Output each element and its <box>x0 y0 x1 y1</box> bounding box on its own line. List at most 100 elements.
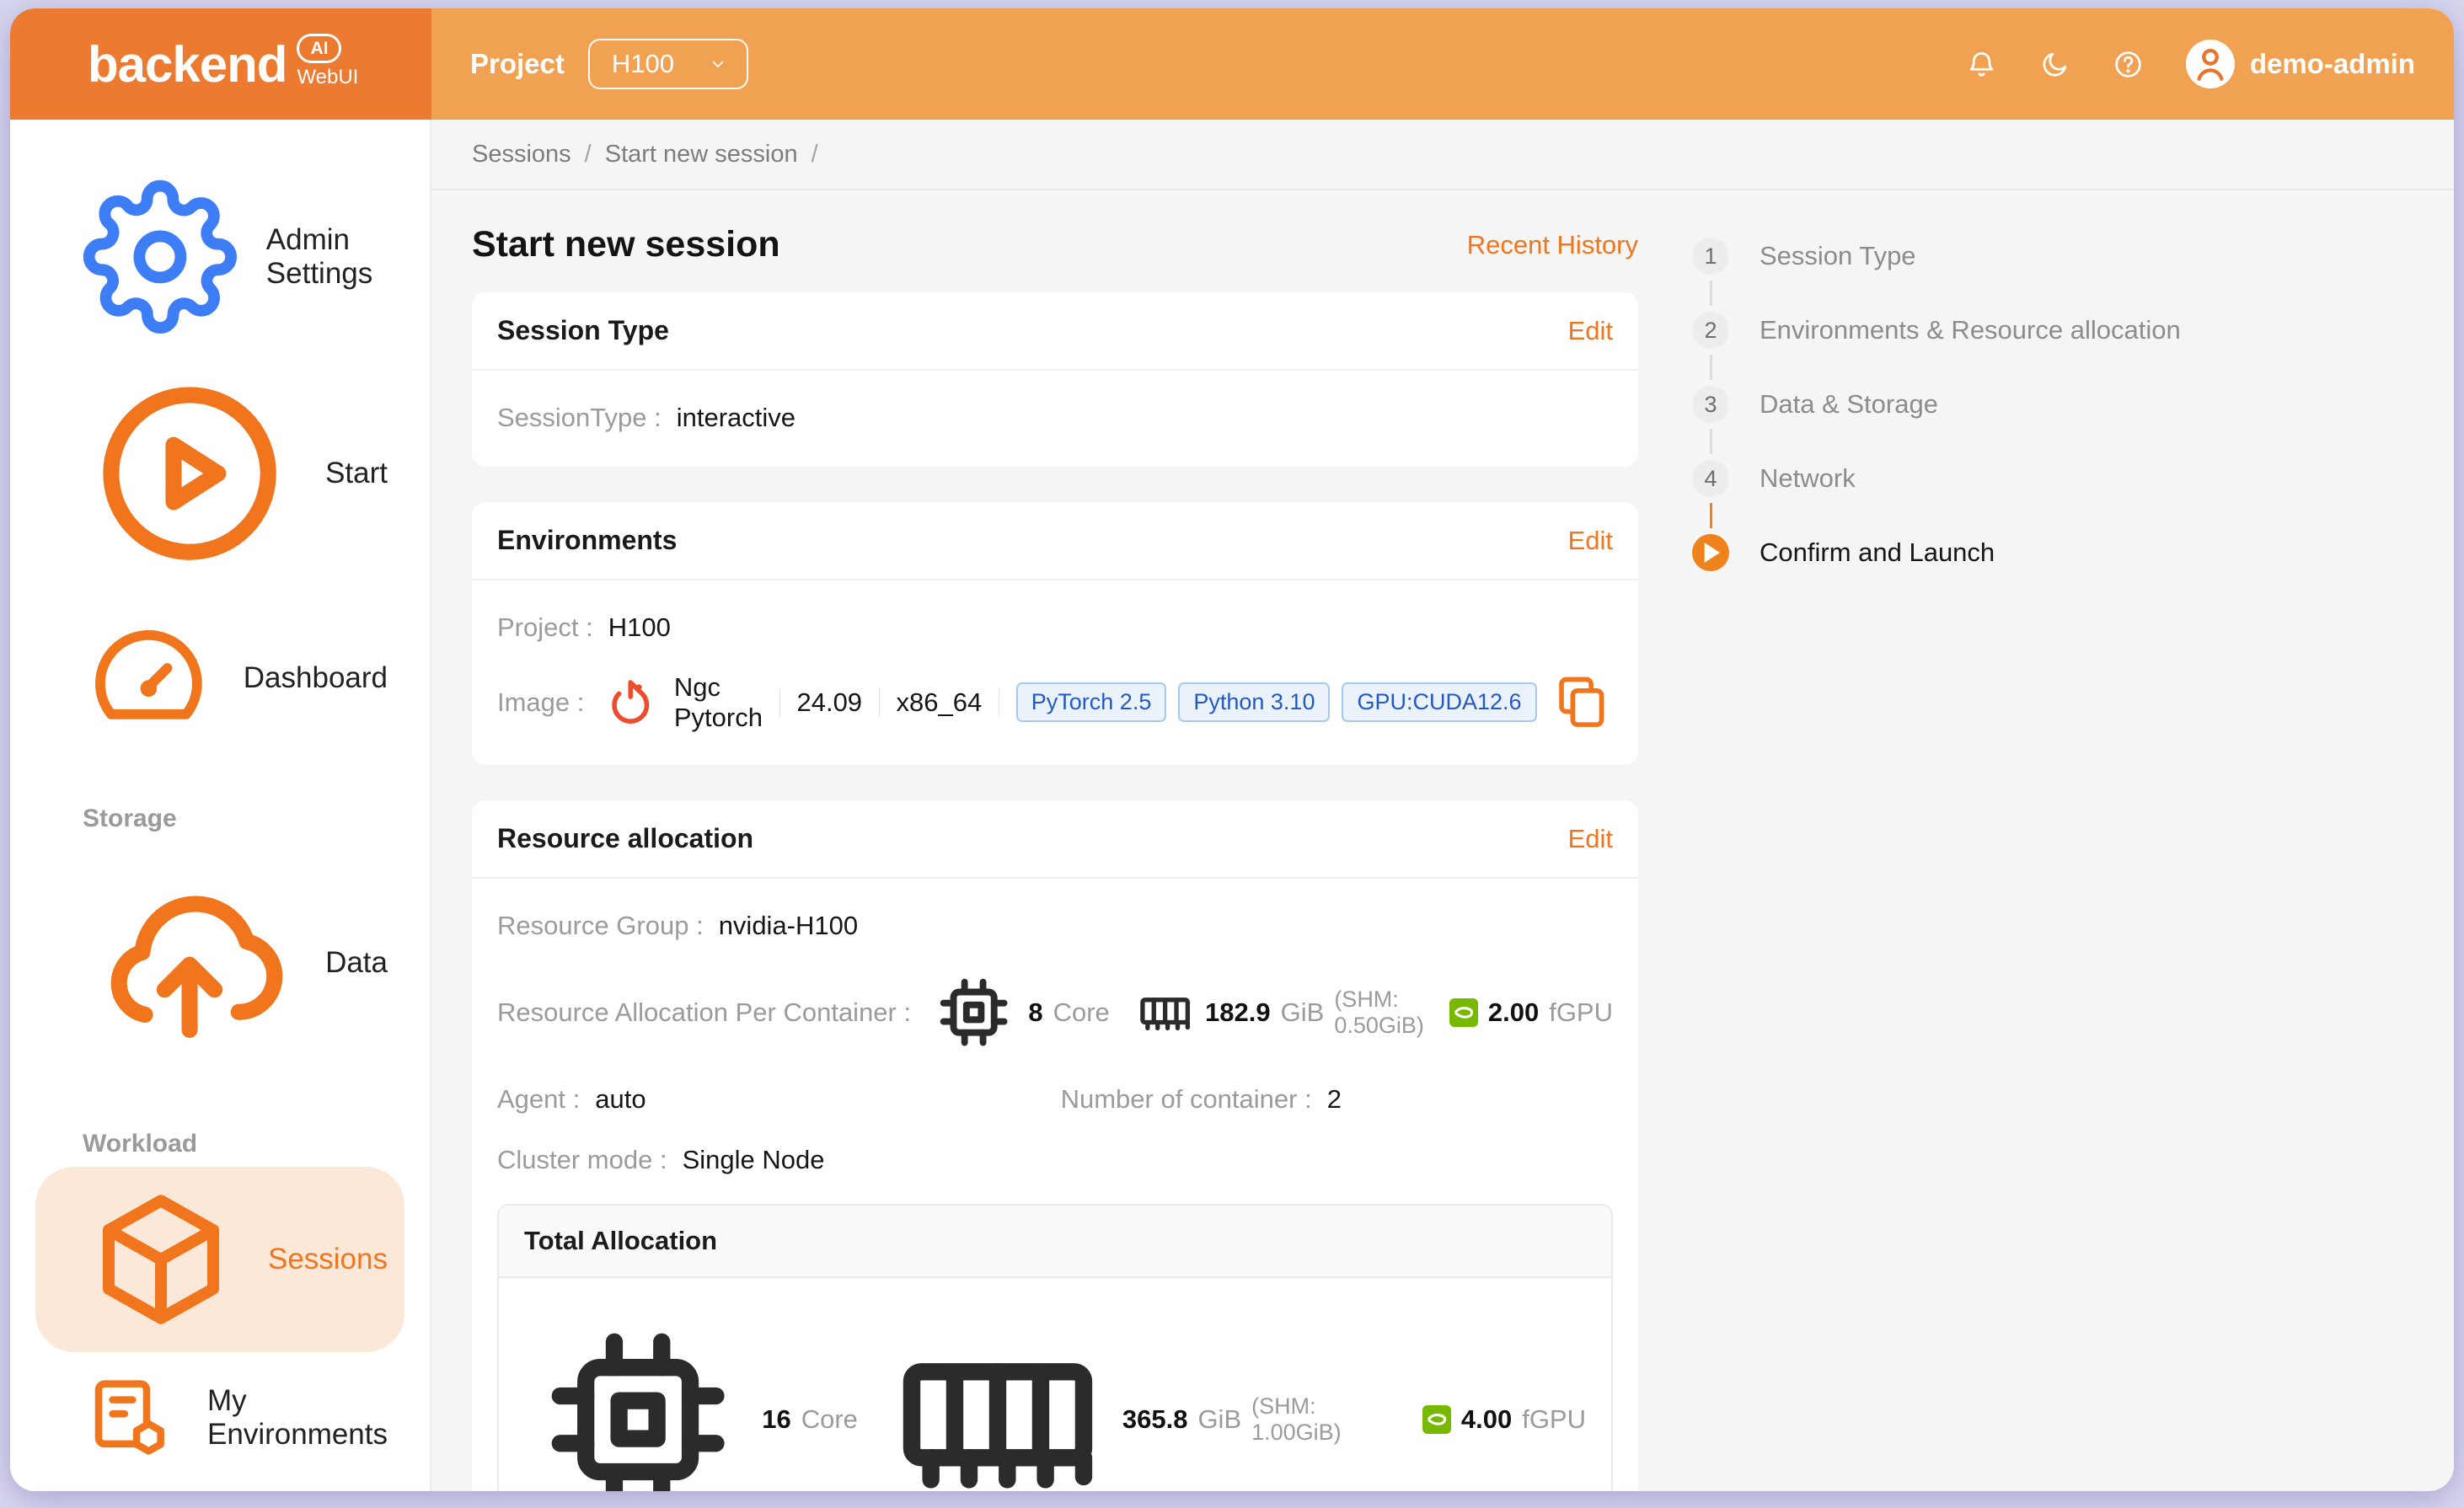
project-select-value: H100 <box>612 49 674 79</box>
step-session-type[interactable]: 1Session Type <box>1692 238 2215 275</box>
moon-icon <box>2039 49 2070 80</box>
card-title: Environments <box>497 525 677 556</box>
agent-row: Agent auto <box>497 1084 1061 1115</box>
image-version: 24.09 <box>796 687 862 718</box>
environments-card: Environments Edit Project H100 Image <box>472 502 1638 765</box>
avatar <box>2186 40 2235 88</box>
total-cpu-stat: 16 Core <box>524 1306 858 1491</box>
session-type-edit-button[interactable]: Edit <box>1568 316 1613 346</box>
sidebar-item-admin-settings[interactable]: Admin Settings <box>35 165 404 349</box>
sidebar-item-data[interactable]: Data <box>35 842 404 1084</box>
nvidia-gpu-icon <box>1449 998 1478 1027</box>
environments-icon <box>83 1370 179 1466</box>
card-title: Resource allocation <box>497 823 753 854</box>
step-data-storage[interactable]: 3Data & Storage <box>1692 386 2215 423</box>
resource-group-row: Resource Group nvidia-H100 <box>497 907 1613 944</box>
sidebar-section-workload: Workload <box>83 1130 430 1158</box>
image-name: Ngc Pytorch <box>674 672 763 733</box>
resource-edit-button[interactable]: Edit <box>1568 824 1613 854</box>
step-confirm-and-launch[interactable]: Confirm and Launch <box>1692 534 2215 571</box>
brand-logo: backend AI WebUI <box>10 8 431 120</box>
project-value: H100 <box>608 612 671 643</box>
sidebar-item-my-environments[interactable]: My Environments <box>35 1356 404 1480</box>
breadcrumb-start-new-session[interactable]: Start new session <box>605 141 798 168</box>
copy-icon <box>1551 670 1613 735</box>
container-count-row: Number of container 2 <box>1061 1084 1342 1115</box>
recent-history-link[interactable]: Recent History <box>1467 230 1638 260</box>
agent-value: auto <box>595 1084 645 1115</box>
step-number: 2 <box>1692 312 1729 349</box>
image-tag-gpu-cuda12-6: GPU:CUDA12.6 <box>1342 682 1536 722</box>
cpu-stat: 8 Core <box>929 968 1110 1056</box>
sidebar-item-dashboard[interactable]: Dashboard <box>35 598 404 759</box>
nvidia-gpu-icon <box>1422 1405 1451 1434</box>
environments-edit-button[interactable]: Edit <box>1568 526 1613 556</box>
sidebar-item-sessions[interactable]: Sessions <box>35 1167 404 1352</box>
container-count-value: 2 <box>1327 1084 1342 1115</box>
step-number: 4 <box>1692 460 1729 497</box>
sidebar-item-start[interactable]: Start <box>35 352 404 595</box>
bell-icon <box>1966 49 1997 80</box>
copy-image-button[interactable] <box>1551 670 1613 735</box>
gear-icon <box>83 179 238 334</box>
chevron-down-icon <box>708 54 728 74</box>
resource-group-value: nvidia-H100 <box>719 911 858 941</box>
username: demo-admin <box>2250 48 2415 80</box>
gpu-stat: 2.00 fGPU <box>1449 997 1613 1028</box>
play-circle-icon <box>83 366 297 580</box>
step-network[interactable]: 4Network <box>1692 460 2215 497</box>
breadcrumb: Sessions/Start new session/ <box>431 120 2454 190</box>
image-row: Image Ngc Pytorch 24.09 x86_64 PyTorch 2… <box>497 670 1613 735</box>
project-label: Project <box>470 48 565 80</box>
cpu-chip-icon <box>929 968 1018 1056</box>
step-connector <box>1710 281 1712 306</box>
header-main: Project H100 demo-admin <box>431 8 2454 120</box>
session-type-card: Session Type Edit SessionType interactiv… <box>472 292 1638 467</box>
memory-ram-icon <box>1135 982 1195 1042</box>
wizard-steps: 1Session Type 2Environments & Resource al… <box>1692 190 2215 1491</box>
total-allocation-title: Total Allocation <box>499 1206 1611 1278</box>
project-row: Project H100 <box>497 609 1613 646</box>
resource-allocation-card: Resource allocation Edit Resource Group … <box>472 800 1638 1491</box>
notifications-button[interactable] <box>1966 49 1997 80</box>
card-title: Session Type <box>497 315 669 346</box>
app-window: backend AI WebUI Project H100 demo-admin <box>10 8 2454 1491</box>
sidebar-section-storage: Storage <box>83 805 430 833</box>
play-icon <box>1692 534 1729 571</box>
cluster-mode-value: Single Node <box>683 1145 825 1175</box>
help-button[interactable] <box>2113 49 2144 80</box>
step-number: 3 <box>1692 386 1729 423</box>
step-connector <box>1710 429 1712 454</box>
image-arch: x86_64 <box>897 687 983 718</box>
session-type-row: SessionType interactive <box>497 399 1613 436</box>
total-memory-stat: 365.8 GiB (SHM: 1.00GiB) <box>883 1305 1397 1491</box>
step-number: 1 <box>1692 238 1729 275</box>
theme-toggle-button[interactable] <box>2039 49 2070 80</box>
memory-stat: 182.9 GiB (SHM: 0.50GiB) <box>1135 982 1424 1042</box>
cluster-mode-row: Cluster mode Single Node <box>497 1142 1613 1179</box>
logo-ai-badge: AI <box>297 34 341 63</box>
total-allocation-box: Total Allocation 16 Core <box>497 1204 1613 1491</box>
user-menu[interactable]: demo-admin <box>2186 40 2415 88</box>
project-select[interactable]: H100 <box>588 39 748 89</box>
session-type-value: interactive <box>677 403 795 433</box>
step-connector <box>1710 503 1712 528</box>
breadcrumb-sessions[interactable]: Sessions <box>472 141 571 168</box>
logo-text: backend <box>88 35 287 94</box>
step-connector <box>1710 355 1712 380</box>
image-tag-pytorch-2-5: PyTorch 2.5 <box>1016 682 1167 722</box>
step-environments-resource-allocation[interactable]: 2Environments & Resource allocation <box>1692 312 2215 349</box>
top-bar: backend AI WebUI Project H100 demo-admin <box>10 8 2454 120</box>
gauge-icon <box>83 612 215 745</box>
per-container-row: Resource Allocation Per Container 8 Core <box>497 968 1613 1056</box>
logo-subtext: WebUI <box>297 66 358 89</box>
cube-icon <box>83 1181 239 1338</box>
main-area: Sessions/Start new session/ Start new se… <box>431 120 2454 1491</box>
cloud-upload-icon <box>83 856 297 1070</box>
memory-ram-icon <box>883 1305 1112 1491</box>
help-icon <box>2113 49 2144 80</box>
cpu-chip-icon <box>524 1306 752 1491</box>
page-title: Start new session <box>472 224 780 265</box>
pytorch-flame-icon <box>599 671 662 734</box>
sidebar: Admin SettingsStartDashboard Storage Data W… <box>10 120 431 1491</box>
